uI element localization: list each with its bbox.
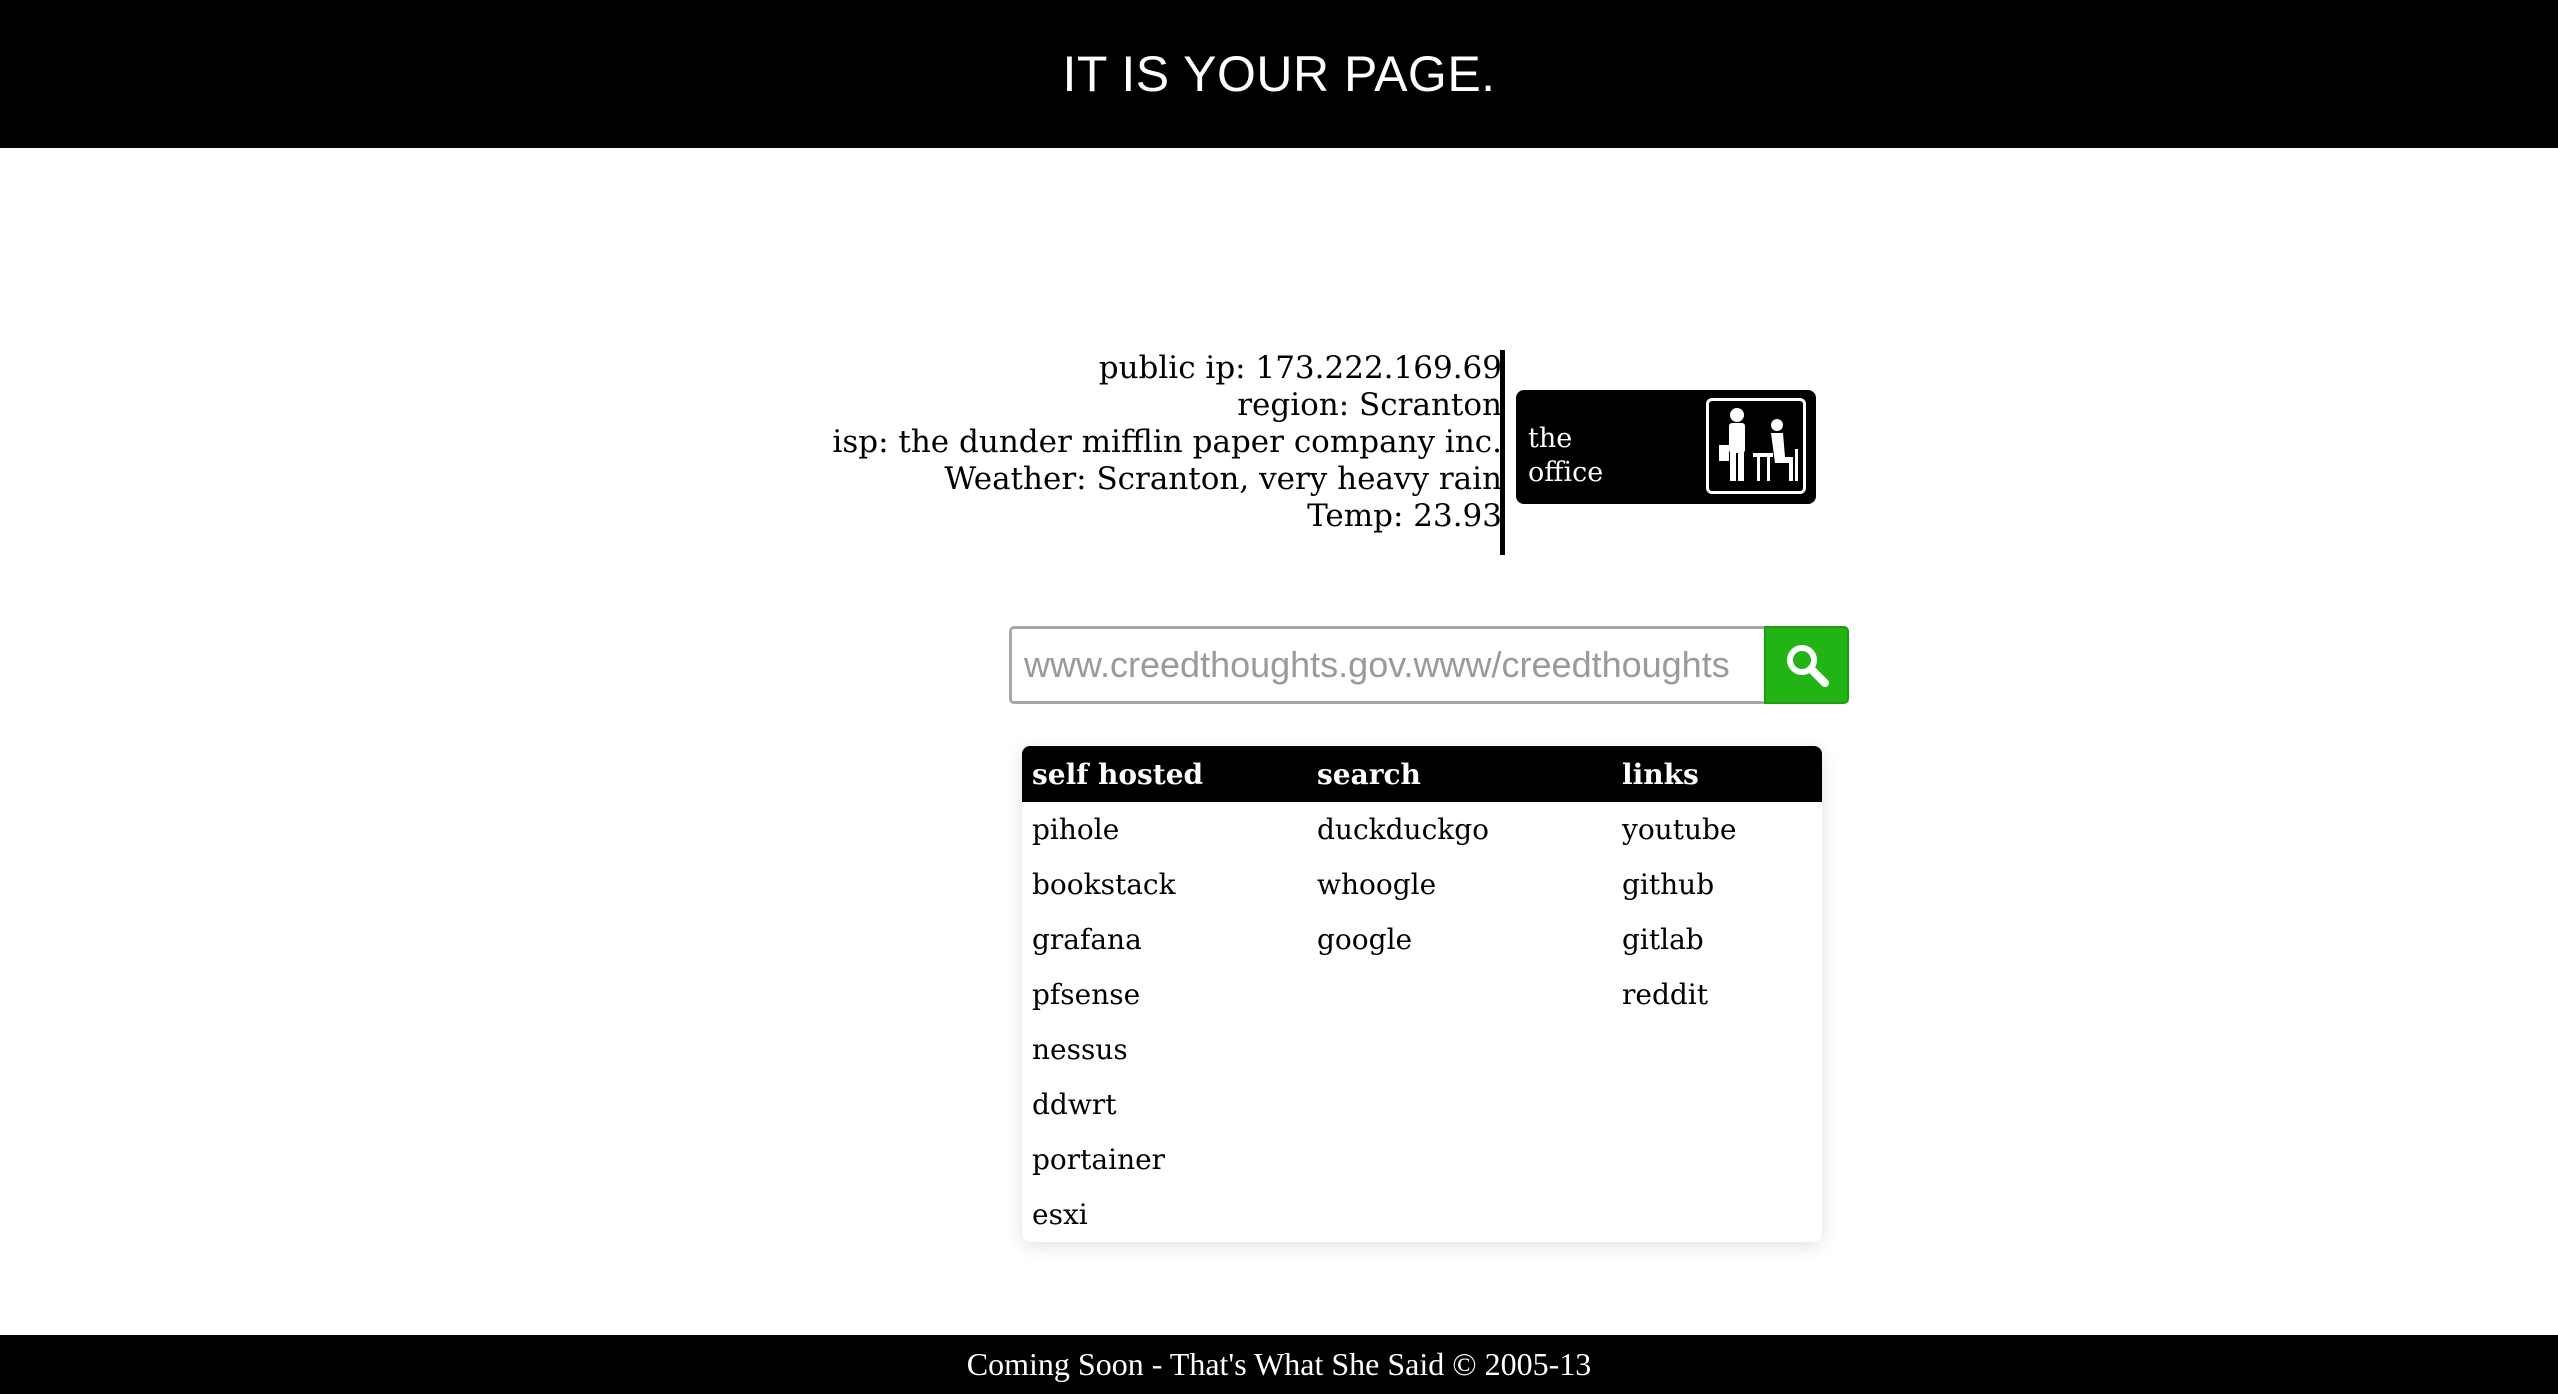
table-cell: pfsense <box>1022 967 1307 1022</box>
isp-text: isp: the dunder mifflin paper company in… <box>832 424 1502 460</box>
footer-text: Coming Soon - That's What She Said © 200… <box>966 1346 1592 1382</box>
header-self-hosted: self hosted <box>1022 746 1307 802</box>
table-cell: nessus <box>1022 1022 1307 1077</box>
link-youtube[interactable]: youtube <box>1622 813 1737 846</box>
table-cell-empty <box>1307 1022 1612 1077</box>
table-row: grafana google gitlab <box>1022 912 1822 967</box>
link-reddit[interactable]: reddit <box>1622 978 1708 1011</box>
link-bookstack[interactable]: bookstack <box>1032 868 1176 901</box>
table-cell-empty <box>1612 1187 1822 1242</box>
table-cell: youtube <box>1612 802 1822 857</box>
table-cell-empty <box>1307 1077 1612 1132</box>
table-row: pihole duckduckgo youtube <box>1022 802 1822 857</box>
link-esxi[interactable]: esxi <box>1032 1198 1088 1231</box>
table-cell-empty <box>1612 1022 1822 1077</box>
link-gitlab[interactable]: gitlab <box>1622 923 1704 956</box>
table-cell: google <box>1307 912 1612 967</box>
table-row: esxi <box>1022 1187 1822 1242</box>
link-duckduckgo[interactable]: duckduckgo <box>1317 813 1489 846</box>
table-cell: reddit <box>1612 967 1822 1022</box>
table-cell: duckduckgo <box>1307 802 1612 857</box>
table-cell: grafana <box>1022 912 1307 967</box>
network-info: public ip: 173.222.169.69 region: Scrant… <box>760 350 1502 535</box>
link-github[interactable]: github <box>1622 868 1714 901</box>
logo-line-the: the <box>1528 423 1573 454</box>
the-office-logo: the office <box>1516 390 1816 504</box>
table-cell-empty <box>1307 1187 1612 1242</box>
bookmarks-table: self hosted search links pihole duckduck… <box>1022 746 1822 1242</box>
bookmarks-card: self hosted search links pihole duckduck… <box>1022 746 1822 1242</box>
temp-text: Temp: 23.93 <box>1307 498 1502 534</box>
link-portainer[interactable]: portainer <box>1032 1143 1165 1176</box>
table-row: ddwrt <box>1022 1077 1822 1132</box>
link-nessus[interactable]: nessus <box>1032 1033 1128 1066</box>
header-search: search <box>1307 746 1612 802</box>
table-cell: portainer <box>1022 1132 1307 1187</box>
link-pihole[interactable]: pihole <box>1032 813 1119 846</box>
table-cell: whoogle <box>1307 857 1612 912</box>
link-whoogle[interactable]: whoogle <box>1317 868 1436 901</box>
header-links: links <box>1612 746 1822 802</box>
link-ddwrt[interactable]: ddwrt <box>1032 1088 1116 1121</box>
table-cell: gitlab <box>1612 912 1822 967</box>
region-text: region: Scranton <box>1237 387 1502 423</box>
vertical-divider <box>1500 350 1505 555</box>
footer: Coming Soon - That's What She Said © 200… <box>0 1335 2558 1394</box>
top-banner: IT IS YOUR PAGE. <box>0 0 2558 148</box>
table-cell-empty <box>1612 1132 1822 1187</box>
table-cell: esxi <box>1022 1187 1307 1242</box>
table-row: nessus <box>1022 1022 1822 1077</box>
table-row: pfsense reddit <box>1022 967 1822 1022</box>
table-cell-empty <box>1307 967 1612 1022</box>
link-google[interactable]: google <box>1317 923 1412 956</box>
table-row: portainer <box>1022 1132 1822 1187</box>
link-grafana[interactable]: grafana <box>1032 923 1142 956</box>
logo-line-office: office <box>1528 457 1604 488</box>
search-input[interactable] <box>1009 626 1764 704</box>
magnifier-icon <box>1786 645 1829 687</box>
logo-text: the office <box>1528 422 1603 490</box>
table-cell: pihole <box>1022 802 1307 857</box>
weather-text: Weather: Scranton, very heavy rain <box>944 461 1502 497</box>
table-row: bookstack whoogle github <box>1022 857 1822 912</box>
search-button[interactable] <box>1764 626 1849 704</box>
office-people-icon <box>1706 398 1806 494</box>
search-bar <box>1009 626 1849 704</box>
table-cell: github <box>1612 857 1822 912</box>
table-cell: bookstack <box>1022 857 1307 912</box>
public-ip-text: public ip: 173.222.169.69 <box>1098 350 1502 386</box>
table-cell: ddwrt <box>1022 1077 1307 1132</box>
bookmarks-header-row: self hosted search links <box>1022 746 1822 802</box>
table-cell-empty <box>1612 1077 1822 1132</box>
page-title: IT IS YOUR PAGE. <box>1062 46 1496 102</box>
link-pfsense[interactable]: pfsense <box>1032 978 1140 1011</box>
table-cell-empty <box>1307 1132 1612 1187</box>
